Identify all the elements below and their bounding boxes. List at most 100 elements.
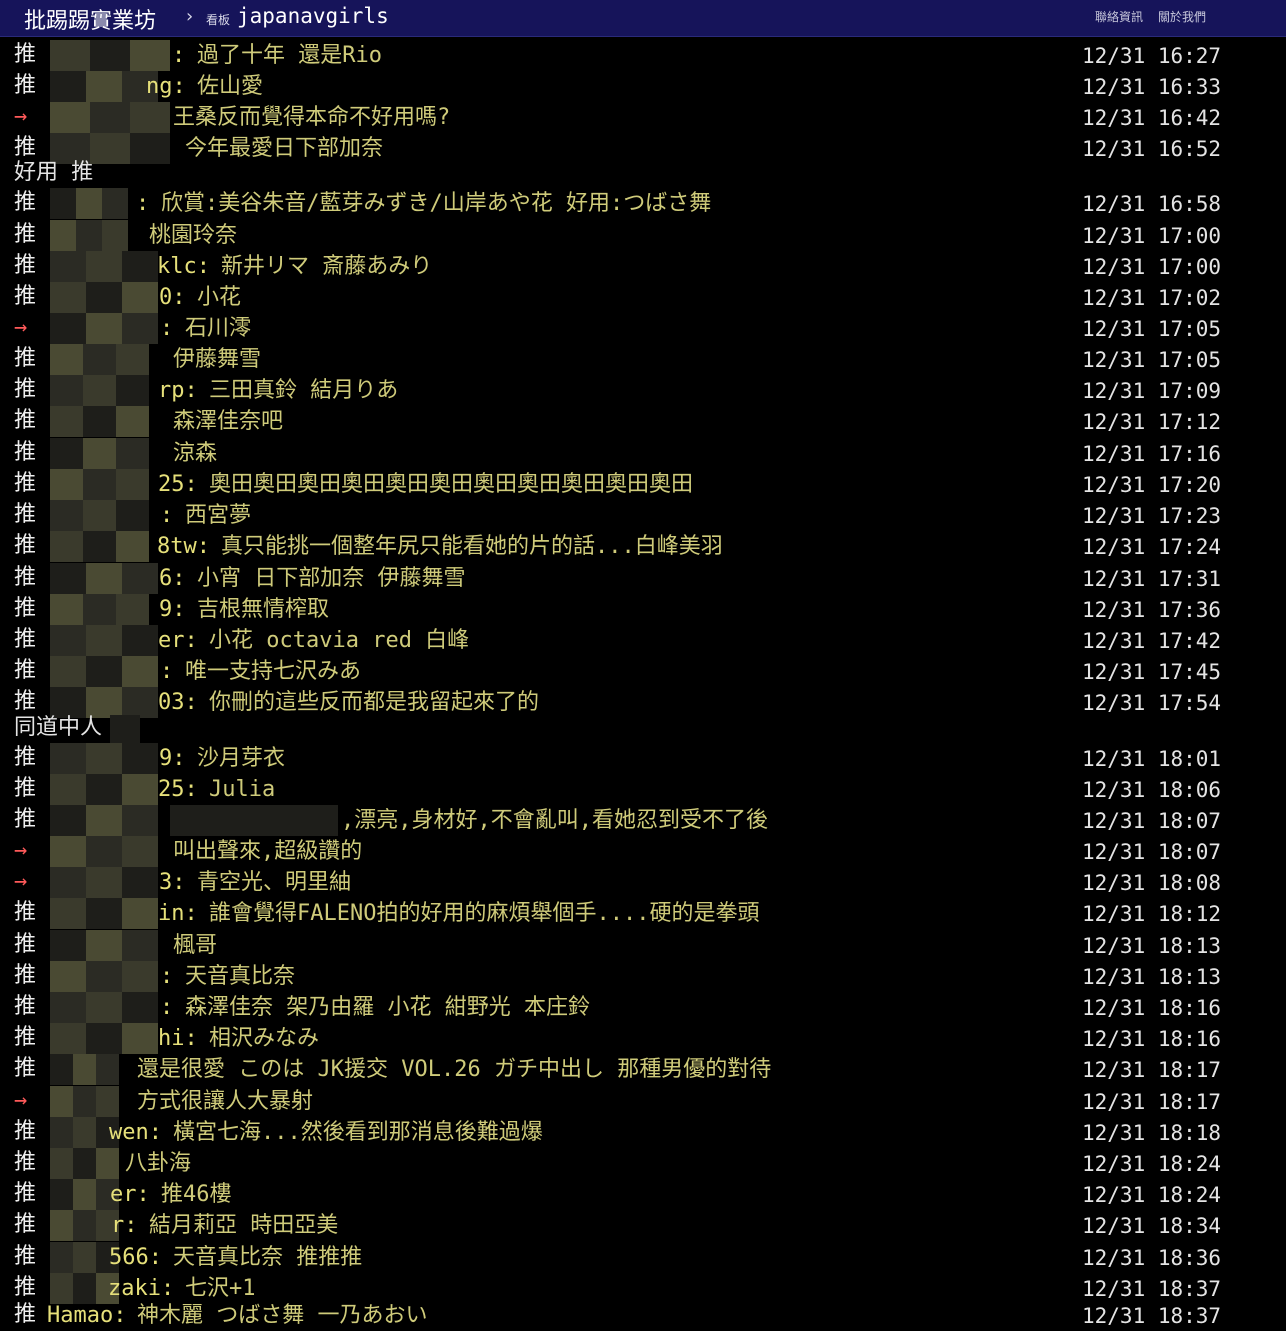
redaction-mosaic	[50, 531, 83, 562]
user-id[interactable]: 03:	[158, 690, 198, 716]
comment-content: 天音真比奈 推推推	[173, 1245, 363, 1270]
comment-content: 欣賞:美谷朱音/藍芽みずき/山岸あや花 好用:つばさ舞	[161, 191, 712, 216]
push-tag: 推	[14, 1275, 37, 1300]
comment-timestamp: 12/31 17:16	[1082, 442, 1222, 466]
redaction-mosaic	[50, 1023, 86, 1054]
redaction-mosaic	[86, 992, 122, 1023]
redaction-mosaic	[83, 406, 116, 437]
redaction-mosaic	[83, 500, 116, 531]
redaction-mosaic	[122, 743, 158, 774]
push-tag: 推	[14, 135, 37, 160]
comment-timestamp: 12/31 17:31	[1082, 567, 1222, 591]
redaction-mosaic	[116, 406, 149, 437]
redaction-mosaic	[122, 961, 158, 992]
user-id[interactable]: 25:	[158, 777, 198, 803]
redaction-mosaic	[50, 774, 86, 805]
user-id[interactable]: :	[160, 995, 173, 1021]
redaction-mosaic	[122, 687, 158, 718]
comment-row: → 方式很讓人大暴射 12/31 18:17	[0, 1086, 1286, 1117]
user-id[interactable]: 25:	[158, 472, 198, 498]
redaction-mosaic	[116, 531, 149, 562]
comment-timestamp: 12/31 18:12	[1082, 902, 1222, 926]
user-id[interactable]: :	[172, 43, 185, 69]
user-id[interactable]: 6:	[159, 566, 186, 592]
comment-content: 推46樓	[161, 1182, 232, 1207]
comment-row: → 叫出聲來,超級讚的 12/31 18:07	[0, 836, 1286, 867]
arrow-tag: →	[14, 104, 28, 129]
user-id[interactable]: rp:	[158, 378, 198, 404]
comment-row: 推 森澤佳奈吧 12/31 17:12	[0, 406, 1286, 437]
user-id[interactable]: 3:	[159, 870, 186, 896]
comment-content: 王桑反而覺得本命不好用嗎?	[173, 105, 451, 130]
comment-content: 七沢+1	[185, 1276, 256, 1301]
comment-timestamp: 12/31 18:34	[1082, 1214, 1222, 1238]
comment-row: 推 klc: 新井リマ 斎藤あみり 12/31 17:00	[0, 251, 1286, 282]
comment-row: 推 er: 推46樓 12/31 18:24	[0, 1179, 1286, 1210]
redaction-mosaic	[73, 1117, 96, 1148]
redaction-mosaic	[76, 220, 102, 251]
redaction-mosaic	[50, 563, 86, 594]
user-id[interactable]: in:	[158, 901, 198, 927]
comment-row: 推 ng: 佐山愛 12/31 16:33	[0, 71, 1286, 102]
redaction-mosaic	[50, 836, 86, 867]
comment-timestamp: 12/31 17:09	[1082, 379, 1222, 403]
comment-timestamp: 12/31 18:06	[1082, 778, 1222, 802]
user-id[interactable]: ng:	[146, 74, 186, 100]
user-id[interactable]: 9:	[159, 597, 186, 623]
redaction-mosaic	[86, 1023, 122, 1054]
comment-content: 天音真比奈	[185, 964, 296, 989]
redaction-mosaic	[50, 1179, 73, 1210]
user-id[interactable]: klc:	[157, 254, 210, 280]
user-id[interactable]: zaki:	[108, 1276, 174, 1302]
user-id[interactable]: wen:	[109, 1120, 162, 1146]
redaction-mosaic	[50, 188, 76, 219]
comment-content: 楓哥	[173, 933, 218, 958]
comment-timestamp: 12/31 17:23	[1082, 504, 1222, 528]
user-id[interactable]: :	[160, 316, 173, 342]
user-id[interactable]: 9:	[159, 746, 186, 772]
comment-row: → 3: 青空光、明里紬 12/31 18:08	[0, 867, 1286, 898]
push-tag: 推	[14, 190, 37, 215]
redaction-mosaic	[50, 930, 86, 961]
redaction-mosaic	[50, 1117, 73, 1148]
push-tag: 推	[14, 1181, 37, 1206]
comment-content: 方式很讓人大暴射	[137, 1089, 314, 1114]
user-id[interactable]: er:	[158, 628, 198, 654]
comment-row: 推 wen: 橫宮七海...然後看到那消息後難過爆 12/31 18:18	[0, 1117, 1286, 1148]
comment-timestamp: 12/31 17:00	[1082, 224, 1222, 248]
push-tag: 推	[14, 440, 37, 465]
redaction-mosaic	[130, 102, 170, 133]
user-id[interactable]: :	[136, 191, 149, 217]
user-id[interactable]: er:	[110, 1182, 150, 1208]
user-id[interactable]: 0:	[159, 285, 186, 311]
user-id[interactable]: :	[160, 503, 173, 529]
redaction-mosaic	[86, 687, 122, 718]
push-tag: 推	[14, 253, 37, 278]
user-id[interactable]: Hamao:	[47, 1303, 126, 1329]
comment-timestamp: 12/31 18:37	[1082, 1277, 1222, 1301]
user-id[interactable]: :	[160, 659, 173, 685]
redaction-mosaic	[50, 867, 86, 898]
user-id[interactable]: 566:	[109, 1245, 162, 1271]
user-id[interactable]: r:	[111, 1213, 138, 1239]
redaction-mosaic	[122, 282, 158, 313]
redaction-mosaic	[122, 867, 158, 898]
comment-row: 推 伊藤舞雪 12/31 17:05	[0, 344, 1286, 375]
redaction-mosaic	[50, 1210, 73, 1241]
comment-row: 推: 天音真比奈 12/31 18:13	[0, 961, 1286, 992]
comment-timestamp: 12/31 16:27	[1082, 44, 1222, 68]
comment-content: 誰會覺得FALENO拍的好用的麻煩舉個手....硬的是拳頭	[209, 901, 760, 926]
comment-content: 八卦海	[125, 1151, 192, 1176]
redaction-mosaic	[73, 1054, 96, 1085]
redaction-mosaic	[86, 71, 122, 102]
comment-row: 推 8tw: 真只能挑一個整年尻只能看她的片的話...白峰美羽 12/31 17:24	[0, 531, 1286, 562]
user-id[interactable]: 8tw:	[157, 534, 210, 560]
user-id[interactable]: hi:	[158, 1026, 198, 1052]
comment-content: 你刪的這些反而都是我留起來了的	[209, 690, 540, 715]
comment-row: 推 桃園玲奈 12/31 17:00	[0, 220, 1286, 251]
user-id[interactable]: :	[160, 964, 173, 990]
redaction-mosaic	[96, 1148, 119, 1179]
comment-timestamp: 12/31 18:08	[1082, 871, 1222, 895]
redaction-mosaic	[86, 774, 122, 805]
redaction-mosaic	[90, 102, 130, 133]
